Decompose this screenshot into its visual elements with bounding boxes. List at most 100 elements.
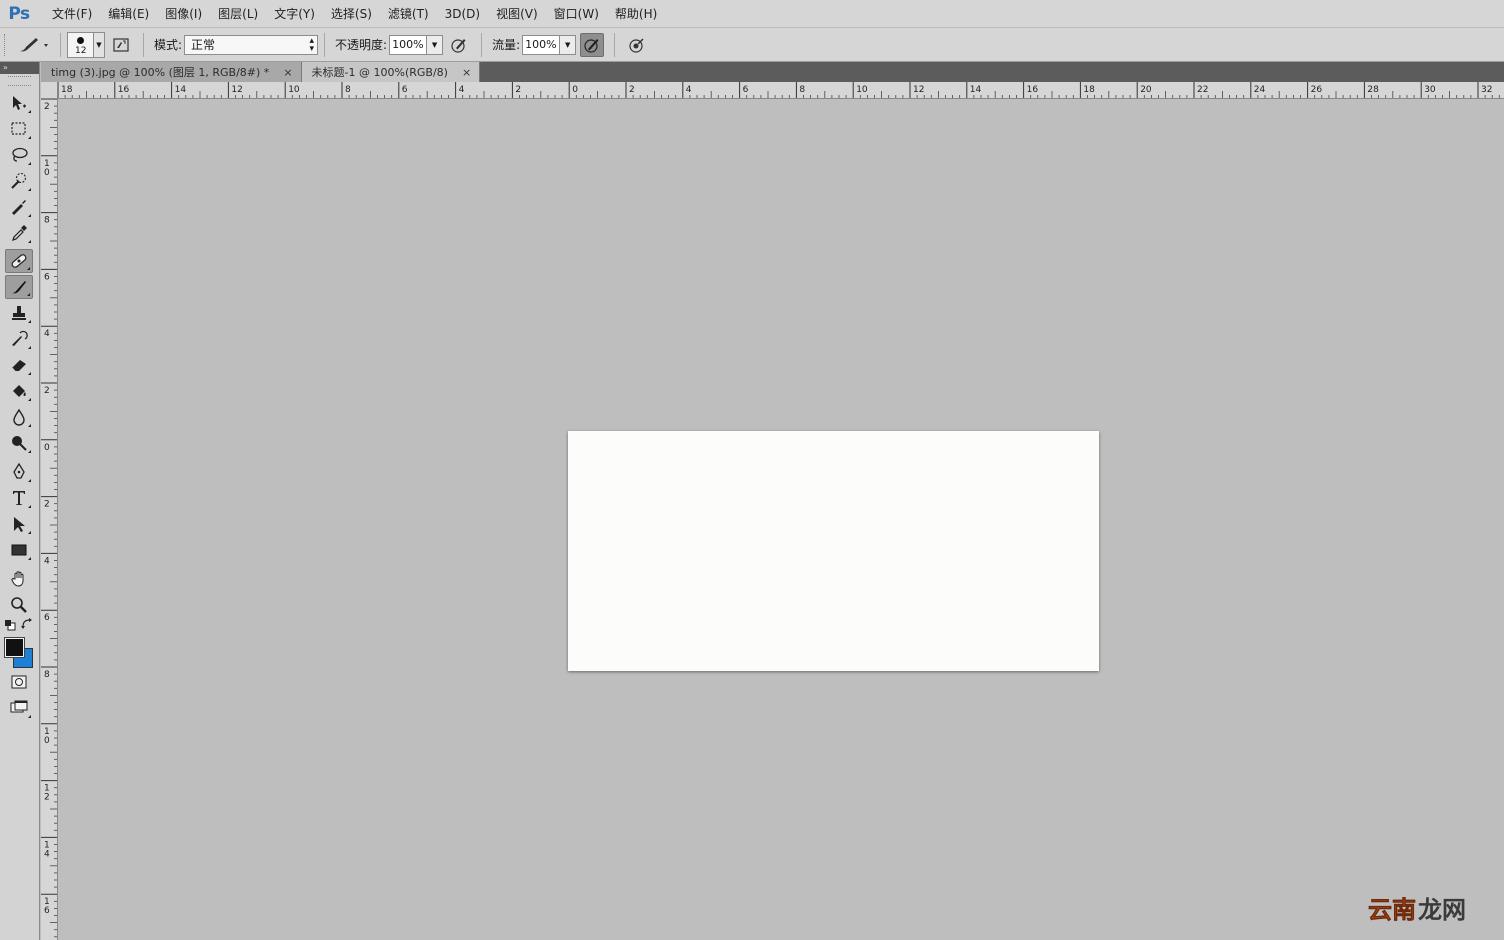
menu-window[interactable]: 窗口(W) bbox=[546, 0, 607, 28]
path-selection-tool[interactable] bbox=[5, 512, 33, 536]
ruler-tick-label: 14 bbox=[175, 85, 187, 95]
ruler-tick-label: 6 bbox=[44, 613, 50, 623]
toolbox-grip[interactable] bbox=[8, 76, 31, 86]
screen-mode-icon bbox=[10, 700, 28, 713]
ruler-tick-label: 4 bbox=[44, 556, 50, 566]
opacity-input[interactable]: 100% bbox=[389, 34, 428, 55]
healing-brush-tool[interactable] bbox=[5, 249, 33, 273]
watermark-logo: 云南 龙网 bbox=[1368, 895, 1468, 926]
tool-preset-picker[interactable] bbox=[10, 31, 54, 59]
horizontal-ruler-scale: 18 16 14 12 10 8 6 4 2 0 2 4 6 8 10 12 14 16 18 20 22 24 26 28 3… bbox=[58, 82, 1500, 98]
options-bar: 12 ▼ 模式: 正常 ▴ ▾ 不透明度: 100% ▼ 流量: 100% ▼ bbox=[0, 28, 1504, 62]
tab-title: timg (3).jpg @ 100% (图层 1, RGB/8#) * bbox=[51, 66, 270, 79]
tab-untitled-1[interactable]: 未标题-1 @ 100%(RGB/8) × bbox=[301, 62, 481, 82]
tab-title: 未标题-1 @ 100%(RGB/8) bbox=[311, 66, 448, 79]
ruler-tick-label: 2 bbox=[44, 102, 50, 112]
default-colors-button[interactable] bbox=[4, 619, 16, 631]
menu-select[interactable]: 选择(S) bbox=[323, 0, 380, 28]
move-tool[interactable] bbox=[5, 91, 33, 115]
ruler-tick-label: 8 bbox=[44, 670, 50, 680]
brush-panel-icon bbox=[113, 37, 129, 52]
pressure-opacity-icon bbox=[451, 38, 466, 53]
quick-selection-tool[interactable] bbox=[5, 169, 33, 193]
menu-edit[interactable]: 编辑(E) bbox=[100, 0, 157, 28]
clone-stamp-tool[interactable] bbox=[5, 301, 33, 325]
ruler-tick-label: 14 bbox=[970, 85, 982, 95]
quick-mask-button[interactable] bbox=[5, 670, 33, 694]
type-t-icon bbox=[13, 491, 25, 505]
document-tabs: timg (3).jpg @ 100% (图层 1, RGB/8#) * × 未… bbox=[41, 62, 1504, 82]
close-icon[interactable]: × bbox=[462, 66, 471, 79]
paint-bucket-tool[interactable] bbox=[5, 379, 33, 403]
airbrush-toggle[interactable] bbox=[580, 32, 605, 57]
photoshop-logo: Ps bbox=[8, 3, 30, 24]
ruler-tick-label: 24 bbox=[1254, 85, 1266, 95]
brush-panel-toggle[interactable] bbox=[109, 33, 133, 57]
swap-colors-button[interactable] bbox=[21, 618, 33, 630]
brush-size-picker[interactable]: 12 ▼ bbox=[67, 31, 105, 58]
ruler-tick-label: 2 bbox=[44, 386, 50, 396]
menu-image[interactable]: 图像(I) bbox=[157, 0, 210, 28]
path-selection-icon bbox=[14, 517, 25, 532]
document-canvas[interactable] bbox=[568, 431, 1099, 671]
svg-text:云南: 云南 bbox=[1368, 896, 1416, 923]
workspace[interactable] bbox=[58, 99, 1504, 940]
rectangle-tool[interactable] bbox=[5, 538, 33, 562]
lasso-icon bbox=[12, 147, 28, 162]
pressure-size-button[interactable] bbox=[625, 33, 649, 57]
opacity-slider-button[interactable]: ▼ bbox=[427, 34, 444, 55]
rectangular-marquee-icon bbox=[11, 122, 26, 135]
dodge-icon bbox=[12, 436, 27, 451]
ruler-tick-label: 16 bbox=[1027, 85, 1039, 95]
vertical-ruler[interactable]: 21086420246810121416 bbox=[41, 99, 58, 940]
ruler-tick-label: 26 bbox=[1311, 85, 1323, 95]
pressure-opacity-button[interactable] bbox=[447, 33, 471, 57]
svg-text:龙网: 龙网 bbox=[1418, 896, 1466, 923]
flow-field[interactable]: 100% ▼ bbox=[522, 34, 577, 55]
screen-mode-button[interactable] bbox=[5, 696, 33, 720]
tab-timg[interactable]: timg (3).jpg @ 100% (图层 1, RGB/8#) * × bbox=[41, 62, 302, 82]
hand-tool[interactable] bbox=[5, 567, 33, 591]
ruler-tick-label: 6 bbox=[44, 272, 50, 282]
separator bbox=[60, 32, 61, 57]
crop-tool[interactable] bbox=[5, 195, 33, 219]
eraser-tool[interactable] bbox=[5, 353, 33, 377]
foreground-color-swatch[interactable] bbox=[4, 637, 25, 658]
menu-file[interactable]: 文件(F) bbox=[44, 0, 100, 28]
type-tool[interactable] bbox=[5, 486, 33, 510]
chevron-down-icon[interactable]: ▼ bbox=[93, 32, 104, 57]
toolbox-collapse[interactable]: » bbox=[0, 62, 39, 74]
ruler-tick-label: 12 bbox=[913, 85, 924, 95]
opacity-field[interactable]: 100% ▼ bbox=[389, 34, 444, 55]
menu-view[interactable]: 视图(V) bbox=[488, 0, 546, 28]
flow-input[interactable]: 100% bbox=[522, 34, 561, 55]
ruler-tick-label: 12 bbox=[231, 85, 242, 95]
dodge-tool[interactable] bbox=[5, 431, 33, 455]
marquee-tool[interactable] bbox=[5, 117, 33, 141]
eyedropper-tool[interactable] bbox=[5, 221, 33, 245]
ruler-tick-label: 18 bbox=[61, 85, 73, 95]
menu-help[interactable]: 帮助(H) bbox=[607, 0, 665, 28]
lasso-tool[interactable] bbox=[5, 143, 33, 167]
mode-select[interactable]: 正常 ▴ ▾ bbox=[184, 34, 319, 55]
flow-label: 流量: bbox=[492, 38, 521, 52]
blur-tool[interactable] bbox=[5, 405, 33, 429]
close-icon[interactable]: × bbox=[283, 66, 292, 79]
horizontal-ruler[interactable]: 18 16 14 12 10 8 6 4 2 0 2 4 6 8 10 12 14 16 18 20 22 24 26 28 3… bbox=[58, 82, 1504, 99]
ruler-origin[interactable] bbox=[41, 82, 58, 99]
default-colors-icon bbox=[5, 620, 16, 631]
ruler-tick-label: 32 bbox=[1481, 85, 1492, 95]
brush-size-value: 12 bbox=[75, 45, 87, 56]
pen-tool[interactable] bbox=[5, 460, 33, 484]
separator bbox=[143, 32, 144, 57]
brush-tool[interactable] bbox=[5, 275, 33, 299]
menu-3d[interactable]: 3D(D) bbox=[437, 0, 488, 28]
eyedropper-icon bbox=[12, 225, 27, 241]
eraser-icon bbox=[11, 360, 26, 372]
menu-layer[interactable]: 图层(L) bbox=[210, 0, 266, 28]
menu-filter[interactable]: 滤镜(T) bbox=[380, 0, 437, 28]
history-brush-tool[interactable] bbox=[5, 327, 33, 351]
zoom-tool[interactable] bbox=[5, 593, 33, 617]
menu-type[interactable]: 文字(Y) bbox=[266, 0, 323, 28]
flow-slider-button[interactable]: ▼ bbox=[560, 34, 577, 55]
